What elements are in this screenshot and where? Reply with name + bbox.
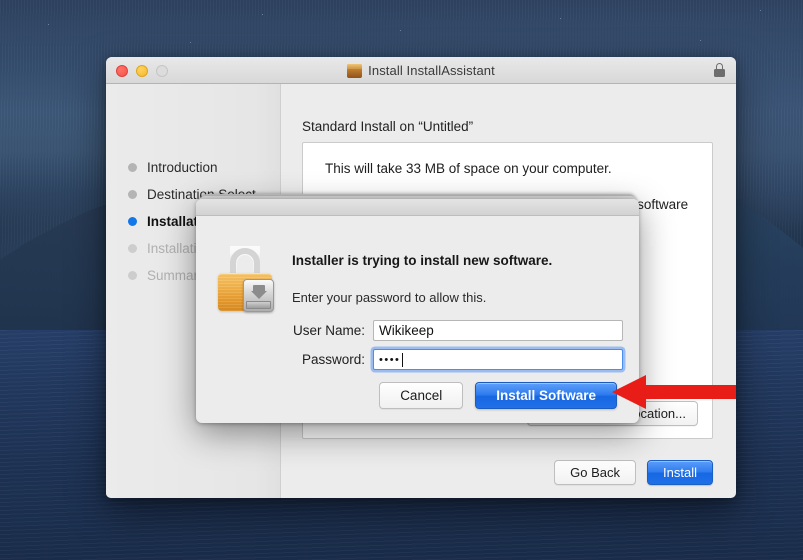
- username-row: User Name: Wikikeep: [292, 320, 623, 341]
- step-dot-icon: [128, 271, 137, 280]
- dialog-subtext: Enter your password to allow this.: [292, 290, 487, 305]
- password-input[interactable]: ••••: [373, 349, 623, 370]
- password-row: Password: ••••: [292, 349, 623, 370]
- window-title-group: Install InstallAssistant: [106, 57, 736, 84]
- page-title: Standard Install on “Untitled”: [302, 119, 474, 134]
- window-titlebar[interactable]: Install InstallAssistant: [106, 57, 736, 84]
- star: [48, 24, 49, 25]
- star: [262, 14, 263, 15]
- star: [400, 30, 401, 31]
- username-label: User Name:: [292, 323, 365, 338]
- red-left-arrow-annotation: [612, 375, 736, 409]
- password-masked-value: ••••: [379, 353, 401, 366]
- username-input[interactable]: Wikikeep: [373, 320, 623, 341]
- lock-icon: [714, 63, 725, 77]
- cancel-button[interactable]: Cancel: [379, 382, 464, 409]
- install-software-button[interactable]: Install Software: [475, 382, 617, 409]
- installer-footer-buttons: Go Back Install: [554, 460, 713, 485]
- desktop-wallpaper: Install InstallAssistant Introduction De…: [0, 0, 803, 560]
- star: [700, 40, 701, 41]
- go-back-button[interactable]: Go Back: [554, 460, 637, 485]
- star: [760, 10, 761, 11]
- password-label: Password:: [301, 352, 365, 367]
- install-button[interactable]: Install: [647, 460, 713, 485]
- star: [190, 42, 191, 43]
- authentication-dialog: Installer is trying to install new softw…: [196, 199, 639, 423]
- dialog-titlebar: [196, 199, 639, 216]
- star: [560, 18, 561, 19]
- step-dot-icon: [128, 244, 137, 253]
- text-caret: [402, 352, 404, 367]
- dialog-action-buttons: Cancel Install Software: [379, 382, 617, 409]
- padlock-with-disk-badge-icon: [217, 246, 279, 316]
- install-size-text: This will take 33 MB of space on your co…: [325, 161, 612, 176]
- package-icon: [347, 63, 363, 78]
- sidebar-item-introduction[interactable]: Introduction: [106, 154, 280, 181]
- sidebar-item-label: Introduction: [147, 160, 218, 175]
- window-title: Install InstallAssistant: [368, 63, 495, 78]
- dialog-headline: Installer is trying to install new softw…: [292, 253, 553, 268]
- step-dot-icon: [128, 163, 137, 172]
- step-dot-icon: [128, 190, 137, 199]
- step-dot-icon: [128, 217, 137, 226]
- dialog-body: Installer is trying to install new softw…: [196, 216, 639, 423]
